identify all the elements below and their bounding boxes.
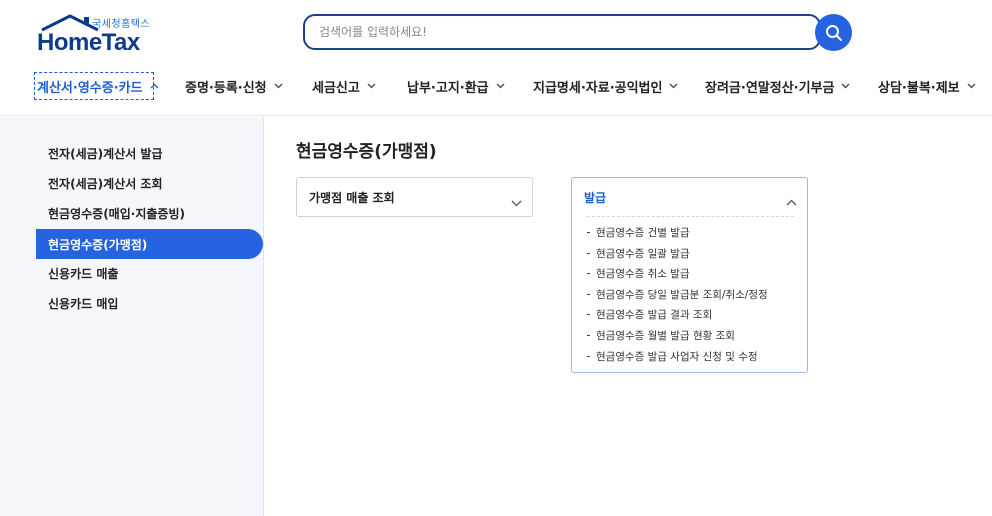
menu-item-label: 현금영수증 취소 발급 xyxy=(596,267,690,280)
sidebar-item-cash-receipt-merchant[interactable]: 현금영수증(가맹점) xyxy=(36,229,263,259)
chevron-up-icon xyxy=(786,191,797,210)
nav-item-consultation[interactable]: 상담·불복·제보 xyxy=(878,72,976,100)
issue-card-header[interactable]: 발급 xyxy=(572,178,807,216)
chevron-down-icon xyxy=(367,83,376,89)
logo-subtitle: 국세청홈택스 xyxy=(92,19,151,30)
nav-item-incentive[interactable]: 장려금·연말정산·기부금 xyxy=(705,72,850,100)
card-label: 발급 xyxy=(584,190,607,205)
nav-item-label: 상담·불복·제보 xyxy=(878,80,960,96)
sidebar-item-credit-card-purchase[interactable]: 신용카드 매입 xyxy=(36,288,263,318)
nav-item-label: 증명·등록·신청 xyxy=(185,80,267,96)
sidebar-item-e-invoice-inquiry[interactable]: 전자(세금)계산서 조회 xyxy=(36,168,263,198)
menu-item-same-day-inquiry[interactable]: 현금영수증 당일 발급분 조회/취소/정정 xyxy=(587,285,768,303)
bullet xyxy=(587,293,590,295)
nav-item-payment[interactable]: 납부·고지·환급 xyxy=(407,72,505,100)
chevron-down-icon xyxy=(511,192,522,211)
divider xyxy=(587,216,794,217)
chevron-up-icon xyxy=(150,83,159,89)
menu-item-batch-issue[interactable]: 현금영수증 일괄 발급 xyxy=(587,244,690,262)
nav-item-tax-return[interactable]: 세금신고 xyxy=(312,72,376,100)
main-nav: 계산서·영수증·카드 증명·등록·신청 세금신고 납부·고지·환급 지급명세·자… xyxy=(0,72,992,100)
hometax-logo[interactable]: 국세청홈택스 HomeTax xyxy=(36,14,154,56)
chevron-down-icon xyxy=(967,83,976,89)
menu-item-label: 현금영수증 당일 발급분 조회/취소/정정 xyxy=(596,288,768,301)
logo-title: HomeTax xyxy=(37,29,140,56)
sidebar-item-e-invoice-issue[interactable]: 전자(세금)계산서 발급 xyxy=(36,138,263,168)
chevron-down-icon xyxy=(496,83,505,89)
chevron-down-icon xyxy=(274,83,283,89)
search-bar xyxy=(303,14,852,52)
bullet xyxy=(587,252,590,254)
bullet xyxy=(587,231,590,233)
nav-item-label: 납부·고지·환급 xyxy=(407,80,489,96)
bullet xyxy=(587,272,590,274)
nav-item-certificate[interactable]: 증명·등록·신청 xyxy=(185,72,283,100)
menu-item-issue-result-inquiry[interactable]: 현금영수증 발급 결과 조회 xyxy=(587,305,712,323)
menu-item-label: 현금영수증 월별 발급 현황 조회 xyxy=(596,329,735,342)
nav-item-label: 장려금·연말정산·기부금 xyxy=(705,80,835,96)
chevron-down-icon xyxy=(841,83,850,89)
search-input[interactable] xyxy=(303,14,821,50)
issue-card: 발급 현금영수증 건별 발급 현금영수증 일괄 발급 현금영수증 취소 발급 현… xyxy=(571,177,808,373)
nav-item-invoice-receipt-card[interactable]: 계산서·영수증·카드 xyxy=(34,72,159,100)
nav-item-payment-statement[interactable]: 지급명세·자료·공익법인 xyxy=(533,72,678,100)
search-button[interactable] xyxy=(815,14,852,51)
bullet xyxy=(587,313,590,315)
menu-item-label: 현금영수증 일괄 발급 xyxy=(596,247,690,260)
sidebar-item-cash-receipt-purchase[interactable]: 현금영수증(매입·지출증빙) xyxy=(36,198,263,228)
sidebar: 전자(세금)계산서 발급 전자(세금)계산서 조회 현금영수증(매입·지출증빙)… xyxy=(0,117,264,516)
site-header: 국세청홈택스 HomeTax 계산서·영수증·카드 증명·등록·신청 세금신고 xyxy=(0,0,992,116)
nav-item-label: 세금신고 xyxy=(312,80,360,96)
menu-item-label: 현금영수증 발급 사업자 신청 및 수정 xyxy=(596,350,758,363)
menu-item-single-issue[interactable]: 현금영수증 건별 발급 xyxy=(587,223,690,241)
chevron-down-icon xyxy=(669,83,678,89)
menu-item-cancel-issue[interactable]: 현금영수증 취소 발급 xyxy=(587,264,690,282)
menu-item-label: 현금영수증 발급 결과 조회 xyxy=(596,308,713,321)
nav-item-label: 지급명세·자료·공익법인 xyxy=(533,80,663,96)
page-title: 현금영수증(가맹점) xyxy=(296,142,437,162)
menu-item-issuer-application[interactable]: 현금영수증 발급 사업자 신청 및 수정 xyxy=(587,347,758,365)
menu-item-monthly-status[interactable]: 현금영수증 월별 발급 현황 조회 xyxy=(587,326,735,344)
menu-item-label: 현금영수증 건별 발급 xyxy=(596,226,690,239)
merchant-sales-inquiry-card[interactable]: 가맹점 매출 조회 xyxy=(296,177,533,217)
nav-item-label: 계산서·영수증·카드 xyxy=(37,80,143,96)
sidebar-item-credit-card-sales[interactable]: 신용카드 매출 xyxy=(36,258,263,288)
bullet xyxy=(587,334,590,336)
card-label: 가맹점 매출 조회 xyxy=(309,190,395,205)
bullet xyxy=(587,355,590,357)
search-icon xyxy=(825,24,842,41)
